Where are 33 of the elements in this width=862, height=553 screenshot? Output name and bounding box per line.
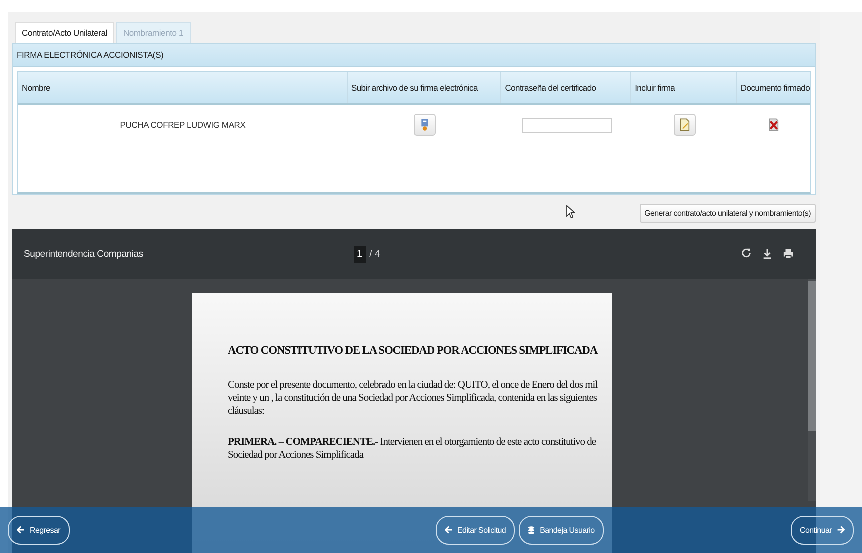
panel-title: FIRMA ELECTRÓNICA ACCIONISTA(S) [13,44,815,67]
arrow-right-icon [837,526,845,534]
document-error-icon [769,118,779,132]
arrow-left-icon [444,526,453,534]
cursor-icon [566,205,575,219]
document-heading: ACTO CONSTITUTIVO DE LA SOCIEDAD POR ACCIONES SIMPLIFICADA [228,345,599,357]
generate-button[interactable]: Generar contrato/acto unilateral y nombramiento(s) [640,204,816,223]
column-header: Incluir firma [631,72,737,103]
document-paragraph: Conste por el presente documento, celebrado en la ciudad de: QUITO, el once de Enero del dos mil veinte y un , la constitución de una Sociedad por Acciones Simplificada, contenida en las siguientes cláusulas: [228,379,598,418]
rotate-icon[interactable] [741,248,752,260]
scrollbar[interactable] [808,279,816,501]
tab[interactable]: Contrato/Acto Unilateral [15,22,114,43]
column-header: Contraseña del certificado [501,72,632,103]
column-header: Nombre [18,72,348,103]
document-pen-icon [680,118,690,132]
print-icon[interactable] [783,248,794,260]
download-icon[interactable] [762,248,773,260]
page-total: / 4 [370,248,380,260]
user-inbox-button[interactable]: Bandeja Usuario [519,516,604,544]
password-field[interactable] [522,118,612,132]
upload-button[interactable] [414,114,436,136]
arrow-left-icon [17,526,25,534]
edit-request-button[interactable]: Editar Solicitud [436,516,516,544]
database-icon [528,526,536,534]
page-number-field[interactable]: 1 [354,246,366,262]
column-header: Documento firmado [740,82,810,94]
table-cell: PUCHA COFREP LUDWIG MARX [120,120,246,130]
back-button[interactable]: Regresar [8,516,70,544]
column-header: Subir archivo de su firma electrónica [348,72,502,103]
continue-button[interactable]: Continuar [791,516,854,544]
document-paragraph: PRIMERA. – COMPARECIENTE.- Intervienen en el otorgamiento de este acto constitutivo de Sociedad por Acciones Simplificada [228,436,598,462]
document-title: Superintendencia Companias [24,248,144,260]
sign-button[interactable] [674,114,696,136]
